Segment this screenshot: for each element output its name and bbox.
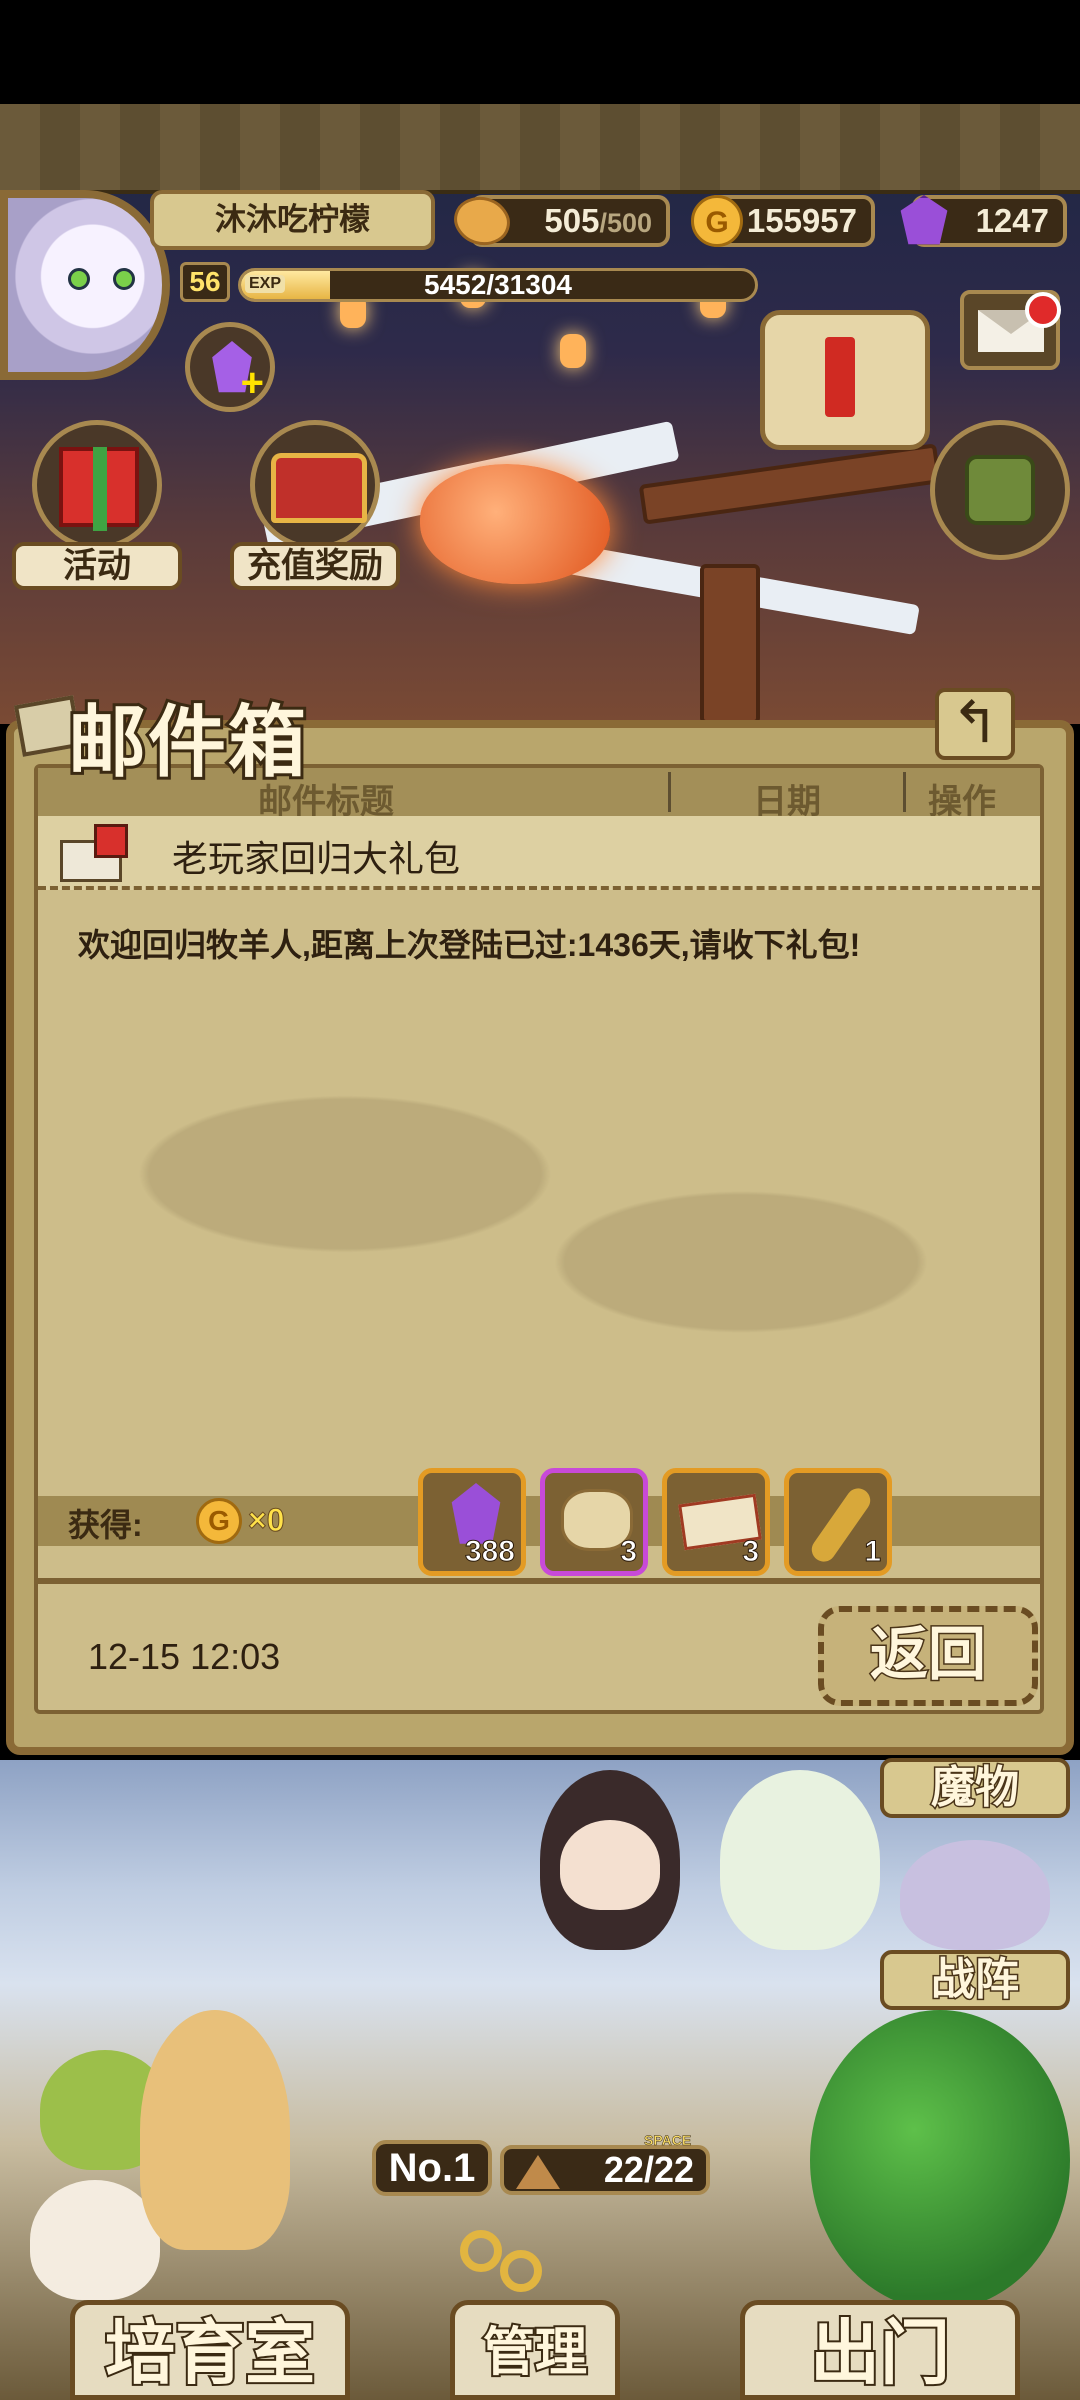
quest-scroll-button[interactable] [760, 310, 930, 450]
return-button[interactable]: 返回 [818, 1606, 1038, 1706]
recharge-reward-button[interactable]: 充值奖励 [230, 420, 400, 590]
rewards-label: 获得: [68, 1507, 143, 1543]
player-avatar[interactable] [0, 190, 170, 380]
gift-box-icon [59, 447, 139, 531]
avatar-eye [68, 268, 90, 290]
mail-date: 12-15 12:03 [88, 1636, 281, 1677]
activity-icon-frame [32, 420, 162, 550]
player-name[interactable]: 沐沐吃柠檬 [150, 190, 435, 250]
mail-item[interactable]: 老玩家回归大礼包 [38, 816, 1040, 890]
header-strip [0, 104, 1080, 194]
reward-strip: 获得: G ×0 388 3 3 1 [38, 1468, 1040, 1576]
rank-badge: No.1 [372, 2140, 492, 2196]
stamina-display[interactable]: 505/500 [446, 185, 670, 257]
plus-icon: + [240, 361, 264, 405]
character-sheep-girl[interactable] [720, 1770, 880, 1950]
gift-box-icon [94, 824, 128, 858]
exclamation-icon [825, 337, 855, 417]
gold-amount: 155957 [746, 202, 857, 239]
gold-coin-icon: G [691, 195, 743, 247]
wooden-beam [700, 564, 760, 724]
gold-reward-amount: ×0 [247, 1502, 285, 1539]
item-count: 1 [864, 1535, 882, 1569]
mail-body: 欢迎回归牧羊人,距离上次登陆已过:1436天,请收下礼包! [78, 927, 861, 963]
character-face [560, 1820, 660, 1910]
item-count: 3 [742, 1535, 760, 1569]
stamina-max: /500 [599, 208, 652, 238]
footer-divider [38, 1578, 1040, 1584]
item-count: 3 [620, 1535, 638, 1569]
avatar-eye [113, 268, 135, 290]
monster-group [900, 1840, 1050, 1950]
tree-portal [810, 2010, 1070, 2310]
space-counter: 22/22 [500, 2145, 710, 2195]
fluffy-tail [140, 2010, 290, 2250]
gift-mail-icon [60, 824, 132, 882]
activity-button[interactable]: 活动 [12, 420, 182, 590]
mailbox-title-text: 邮件箱 [65, 695, 309, 791]
key-ring [460, 2230, 502, 2272]
column-divider [668, 772, 671, 812]
item-count: 388 [464, 1535, 515, 1569]
manage-button[interactable]: 管理 [450, 2300, 620, 2400]
depart-button[interactable]: 出门 [740, 2300, 1020, 2400]
gold-coin-icon: G [196, 1498, 242, 1544]
backpack-icon [965, 455, 1035, 525]
recharge-icon-frame [250, 420, 380, 550]
space-value: 22/22 [603, 2149, 694, 2190]
player-level: 56 [180, 262, 230, 302]
reward-item-key[interactable]: 1 [784, 1468, 892, 1576]
buy-gems-button[interactable]: + [185, 322, 275, 412]
recharge-reward-label: 充值奖励 [230, 542, 400, 590]
reward-item-gem[interactable]: 388 [418, 1468, 526, 1576]
lantern [560, 334, 586, 368]
map-watermark [48, 998, 1038, 1438]
reward-item-sack[interactable]: 3 [540, 1468, 648, 1576]
reward-item-ticket[interactable]: 3 [662, 1468, 770, 1576]
formation-tab[interactable]: 战阵 [880, 1950, 1070, 2010]
rank-number: 1 [453, 2146, 476, 2190]
exp-bar: EXP 5452/31304 [238, 268, 758, 302]
wooden-beam [638, 443, 942, 525]
key-ring [500, 2250, 542, 2292]
status-bar [0, 0, 1080, 104]
white-egg [30, 2180, 160, 2300]
activity-label: 活动 [12, 542, 182, 590]
mail-subject: 老玩家回归大礼包 [172, 838, 461, 879]
mailbox-panel: 邮件标题 日期 操作 老玩家回归大礼包 欢迎回归牧羊人,距离上次登陆已过:143… [6, 720, 1074, 1755]
backpack-button[interactable] [930, 420, 1070, 560]
monster-tab[interactable]: 魔物 [880, 1758, 1070, 1818]
gold-display[interactable]: G 155957 [691, 195, 875, 247]
space-icon [516, 2155, 560, 2189]
gem-amount: 1247 [975, 202, 1049, 239]
back-arrow-button[interactable]: ↰ [935, 688, 1015, 760]
nursery-button[interactable]: 培育室 [70, 2300, 350, 2400]
space-label: SPACE [644, 2132, 692, 2149]
rank-prefix: No. [388, 2146, 454, 2190]
goldfish-lantern [420, 464, 610, 584]
mailbox-title: 邮件箱 [10, 672, 320, 791]
column-divider [903, 772, 906, 812]
exp-text: 5452/31304 [424, 269, 572, 300]
treasure-chest-icon [271, 453, 367, 523]
notification-dot [1025, 292, 1061, 328]
gem-display[interactable]: 1247 [900, 195, 1067, 247]
stamina-current: 505 [544, 202, 600, 239]
mailbox-content: 邮件标题 日期 操作 老玩家回归大礼包 欢迎回归牧羊人,距离上次登陆已过:143… [34, 764, 1044, 1714]
